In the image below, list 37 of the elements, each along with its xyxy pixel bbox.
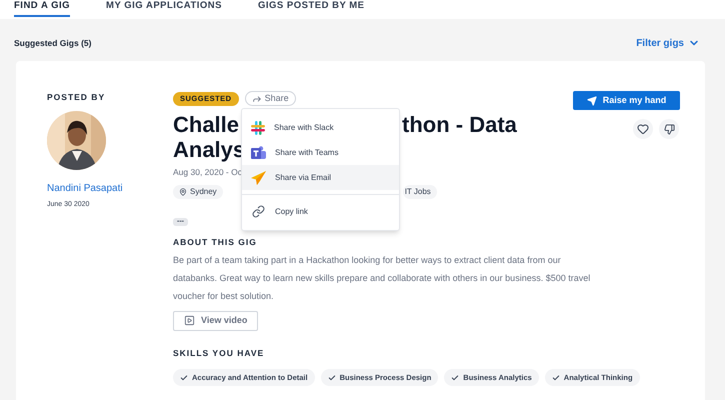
posted-by-label: POSTED BY: [47, 91, 106, 104]
category-tag: IT Jobs: [402, 184, 437, 199]
share-arrow-icon: [252, 94, 262, 104]
raise-hand-button[interactable]: Raise my hand: [573, 91, 680, 110]
share-menu-item[interactable]: Share with Teams: [242, 140, 399, 165]
share-menu-item[interactable]: Share with Slack: [242, 115, 399, 140]
share-menu-item[interactable]: Share via Email: [242, 165, 399, 190]
link-icon: [252, 205, 265, 218]
map-pin-icon: [179, 188, 187, 196]
heart-icon: [637, 123, 649, 135]
about-text: Be part of a team taking part in a Hackathon looking for better ways to extract client data from our databanks. Great way to learn new skills prepare and collaborate with others in our business. $500 travel voucher for best solution.: [173, 254, 591, 302]
tab[interactable]: GIGS POSTED BY ME: [258, 0, 364, 17]
tab[interactable]: FIND A GIG: [14, 0, 70, 17]
check-icon: [328, 374, 336, 382]
teams-icon: [250, 144, 267, 160]
check-icon: [180, 374, 188, 382]
send-icon: [586, 96, 597, 106]
skills-heading: SKILLS YOU HAVE: [173, 346, 264, 360]
gig-title: thon - Data: [402, 112, 517, 137]
location-tag: Sydney: [173, 184, 223, 199]
about-heading: ABOUT THIS GIG: [173, 236, 257, 248]
check-icon: [552, 374, 560, 382]
play-icon: [184, 315, 195, 326]
view-video-button[interactable]: View video: [173, 310, 258, 330]
check-icon: [451, 374, 460, 382]
filter-button[interactable]: Filter gigs: [636, 36, 700, 50]
tab[interactable]: MY GIG APPLICATIONS: [106, 0, 222, 17]
dislike-button[interactable]: [659, 119, 679, 139]
paper-plane-icon: [250, 170, 267, 186]
thumbs-down-icon: [664, 124, 674, 134]
section-heading: Suggested Gigs (5): [14, 36, 92, 50]
like-button[interactable]: [633, 119, 653, 139]
gig-title: Challe: [173, 112, 240, 137]
author-link[interactable]: Nandini Pasapati: [47, 180, 173, 196]
share-menu-item[interactable]: Copy link: [242, 199, 399, 224]
slack-icon: [250, 120, 266, 136]
share-button[interactable]: Share: [244, 91, 296, 106]
